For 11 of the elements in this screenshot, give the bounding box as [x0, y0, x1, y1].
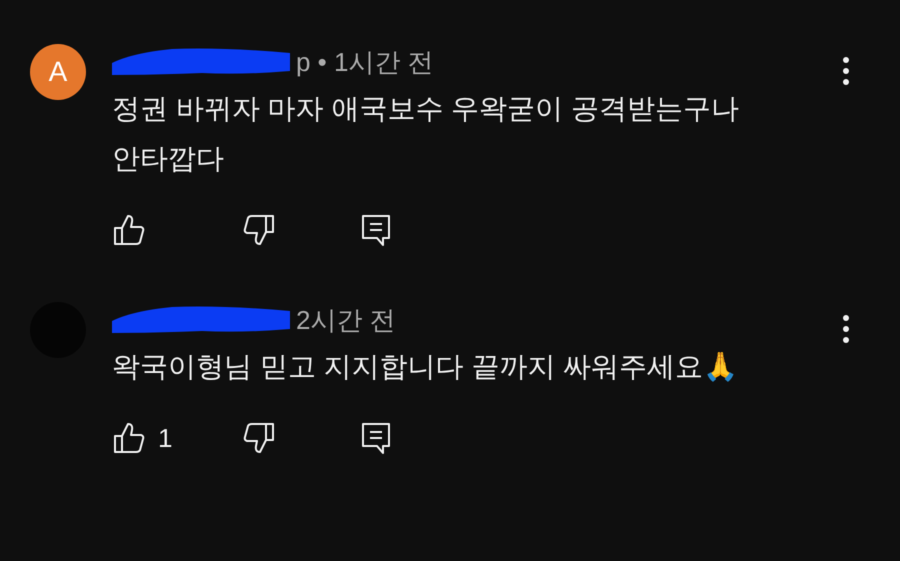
comment-meta: 2시간 전 — [296, 304, 396, 336]
reply-button[interactable] — [360, 421, 392, 455]
comment-text: 왁국이형님 믿고 지지합니다 끝까지 싸워주세요🙏 — [112, 350, 740, 384]
comment-meta: p • 1시간 전 — [296, 46, 434, 78]
thumbs-down-icon[interactable] — [242, 421, 276, 455]
like-button[interactable]: 1 — [112, 421, 242, 455]
reply-button[interactable] — [360, 213, 392, 247]
thumbs-down-icon[interactable] — [242, 213, 276, 247]
comment-text: 정권 바뀌자 마자 애국보수 우왁굳이 공격받는구나 안타깝다 — [112, 92, 740, 176]
thumbs-up-icon[interactable] — [112, 421, 146, 455]
thumbs-up-icon[interactable] — [112, 213, 146, 247]
